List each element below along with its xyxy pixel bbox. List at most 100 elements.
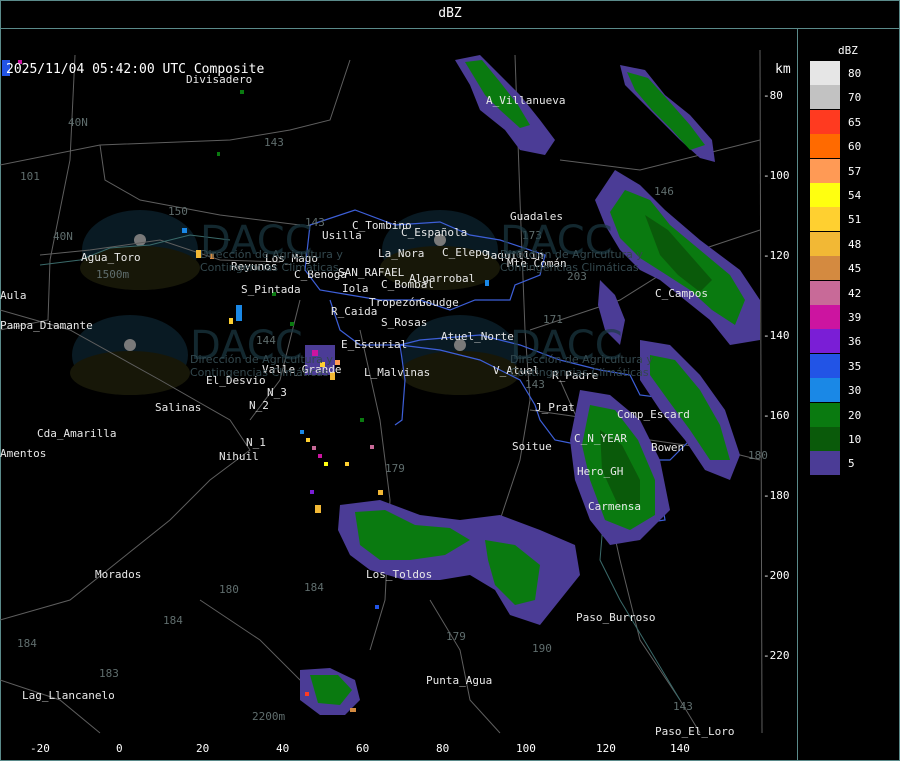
legend-swatch <box>810 378 840 403</box>
route-number: 143 <box>525 378 545 391</box>
place-label: Agua_Toro <box>81 251 141 264</box>
y-tick-label: -220 <box>763 649 790 662</box>
place-label: Nihuil <box>219 450 259 463</box>
legend-value: 60 <box>848 140 862 154</box>
legend-swatch <box>810 109 840 134</box>
legend-swatch <box>810 305 840 329</box>
place-label: Los_Toldos <box>366 568 433 581</box>
legend-swatch <box>810 353 840 378</box>
place-label: Comp_Escard <box>617 408 690 421</box>
x-tick-label: 120 <box>596 742 616 755</box>
route-number: 143 <box>673 700 693 713</box>
y-tick-label: -200 <box>763 569 790 582</box>
route-number: 40N <box>53 230 73 243</box>
place-label: C_Española <box>401 226 468 239</box>
watermark-subtitle: Dirección de Agricultura y Contingencias… <box>510 353 653 379</box>
legend-swatch <box>810 134 840 159</box>
place-label: Aula <box>0 289 27 302</box>
x-tick-label: 80 <box>436 742 450 755</box>
place-label: S_Pintada <box>241 283 301 296</box>
legend-value: 54 <box>848 189 862 202</box>
place-label: La_Nora <box>378 247 425 260</box>
legend-swatch <box>810 231 840 256</box>
route-number: 2200m <box>252 710 286 723</box>
legend-swatch <box>810 451 840 476</box>
place-label: N_2 <box>249 399 269 412</box>
route-number: 179 <box>446 630 466 643</box>
place-label: N_3 <box>267 386 287 399</box>
legend-value: 48 <box>848 237 862 251</box>
legend-value: 42 <box>848 286 862 300</box>
route-number: 190 <box>532 642 552 655</box>
x-tick-label: 140 <box>670 742 690 755</box>
x-tick-label: 0 <box>116 742 123 755</box>
route-number: 1500m <box>96 268 130 281</box>
place-label: Divisadero <box>186 73 253 86</box>
place-label: L_Malvinas <box>364 366 431 379</box>
place-label: Morados <box>95 568 142 581</box>
watermark-subtitle: Dirección de Agricultura y Contingencias… <box>200 248 343 274</box>
place-label: N_1 <box>246 436 266 449</box>
y-tick-label: -80 <box>763 89 783 102</box>
legend-swatch <box>810 256 840 281</box>
place-label: Soitue <box>512 440 552 453</box>
legend-value: 57 <box>848 164 862 178</box>
y-tick-label: -120 <box>763 249 790 262</box>
legend-value: 65 <box>848 115 862 129</box>
legend-value: 35 <box>848 359 862 373</box>
y-tick-label: -140 <box>763 329 790 342</box>
legend-value: 5 <box>848 457 855 471</box>
legend-swatch <box>810 329 840 354</box>
x-tick-label: 20 <box>196 742 210 755</box>
legend-title: dBZ <box>838 44 858 57</box>
route-number: 184 <box>17 637 37 650</box>
km-label-top: km <box>775 62 791 77</box>
legend-swatch <box>810 158 840 183</box>
route-number: 143 <box>264 136 284 149</box>
legend-value: 20 <box>848 408 862 422</box>
y-tick-label: -180 <box>763 489 790 502</box>
place-label: Usilla <box>322 229 362 242</box>
route-number: 180 <box>219 583 239 596</box>
legend-value: 80 <box>848 67 862 80</box>
legend-swatch <box>810 183 840 207</box>
place-label: Amentos <box>0 447 47 460</box>
place-label: Paso_El_Loro <box>655 725 735 738</box>
y-tick-label: -160 <box>763 409 790 422</box>
place-label: S_Rosas <box>381 316 428 329</box>
place-label: Algarrobal <box>409 272 476 285</box>
place-label: C_Elepo <box>442 246 489 259</box>
place-label: Hero_GH <box>577 465 624 478</box>
route-number: 150 <box>168 205 188 218</box>
route-number: 183 <box>99 667 119 680</box>
place-label: J_Prat <box>535 401 575 414</box>
place-label: R_Caida <box>331 305 378 318</box>
route-number: 40N <box>68 116 88 129</box>
legend-value: 45 <box>848 262 862 276</box>
route-number: 184 <box>163 614 183 627</box>
place-label: Atuel_Norte <box>441 330 514 343</box>
radar-map[interactable]: 2025/11/04 05:42:00 UTC Composite km km … <box>0 28 798 761</box>
y-tick-label: -100 <box>763 169 790 182</box>
map-canvas <box>0 49 763 734</box>
x-tick-label: -20 <box>30 742 50 755</box>
route-number: 184 <box>304 581 324 594</box>
place-label: C_Campos <box>655 287 708 300</box>
legend-value: 51 <box>848 213 862 227</box>
place-label: A_Villanueva <box>486 94 566 107</box>
place-label: Iola <box>342 282 369 295</box>
place-label: Carmensa <box>588 500 641 513</box>
legend-swatch <box>810 402 840 427</box>
place-label: Lag_Llancanelo <box>22 689 115 702</box>
route-number: 146 <box>654 185 674 198</box>
place-label: Paso_Burroso <box>576 611 656 624</box>
x-tick-label: 60 <box>356 742 370 755</box>
legend-value: 10 <box>848 433 862 446</box>
place-label: E_Escurial <box>341 338 408 351</box>
legend-swatch <box>810 85 840 110</box>
place-label: Pampa_Diamante <box>0 319 93 332</box>
place-label: Goudge <box>419 296 459 309</box>
legend-swatch <box>810 280 840 305</box>
watermark-subtitle: Dirección de Agricultura y Contingencias… <box>500 248 643 274</box>
place-label: Cda_Amarilla <box>37 427 117 440</box>
